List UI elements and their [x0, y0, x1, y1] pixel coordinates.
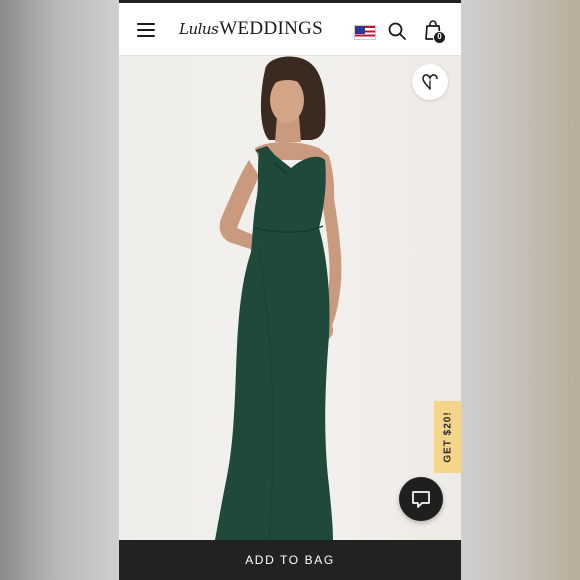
cart-count-badge: 0	[433, 31, 446, 44]
heart-outline-icon	[422, 74, 438, 90]
chat-button[interactable]	[399, 477, 443, 521]
get-20-promo-tab[interactable]: GET $20!	[434, 401, 461, 473]
add-to-bag-button[interactable]: ADD TO BAG	[119, 540, 461, 580]
chat-bubble-icon	[412, 491, 430, 508]
logo-script-text: Lulus	[179, 20, 219, 38]
search-icon[interactable]	[387, 21, 407, 41]
hamburger-menu-icon[interactable]	[137, 23, 155, 37]
product-image[interactable]: GET $20!	[119, 56, 461, 540]
wishlist-heart-button[interactable]	[412, 64, 448, 100]
site-logo[interactable]: Lulus WEDDINGS	[179, 18, 323, 42]
phone-screen: Lulus WEDDINGS 0 GET $20! ADD TO BAG	[119, 0, 461, 580]
promo-label: GET $20!	[442, 411, 453, 463]
top-navigation-bar: Lulus WEDDINGS 0	[119, 0, 461, 56]
model-wearing-green-dress-image	[215, 56, 342, 540]
us-flag-icon[interactable]	[354, 25, 376, 40]
logo-main-text: WEDDINGS	[219, 18, 323, 39]
